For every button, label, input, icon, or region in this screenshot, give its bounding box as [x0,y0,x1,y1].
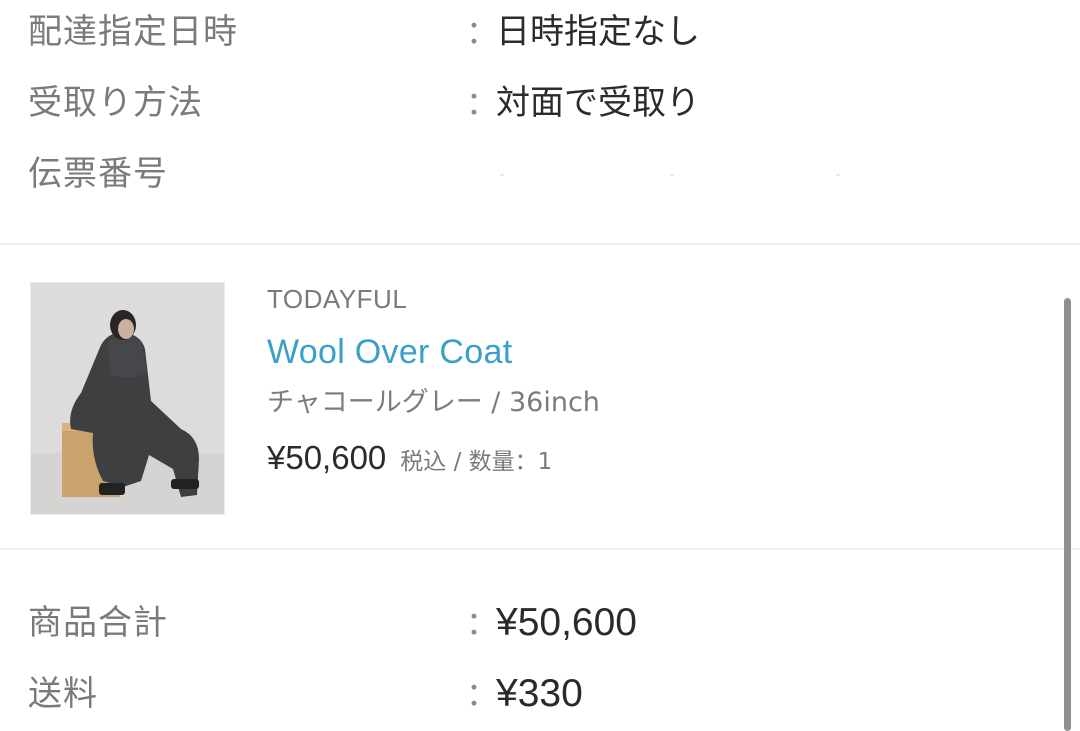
subtotal-row: 商品合計 ： ¥50,600 [0,601,1060,645]
colon-separator: ： [466,675,499,713]
product-price-note: 税込 / 数量：1 [400,449,553,475]
product-brand: TODAYFUL [267,284,408,314]
subtotal-label: 商品合計 [28,603,168,643]
tracking-number-redacted [500,174,840,178]
product-photo-icon [31,283,224,514]
tracking-number-label: 伝票番号 [28,154,168,194]
subtotal-value: ¥50,600 [496,601,637,644]
delivery-datetime-value: 日時指定なし [496,12,700,52]
scrollbar[interactable] [1064,298,1071,731]
receive-method-label: 受取り方法 [28,83,203,123]
product-price-line: ¥50,600 税込 / 数量：1 [267,436,552,480]
shipping-value: ¥330 [496,672,583,715]
receive-method-row: 受取り方法 ： 対面で受取り [0,81,1060,125]
product-price: ¥50,600 [267,439,387,476]
receive-method-value: 対面で受取り [496,83,700,123]
colon-separator: ： [466,84,499,122]
tracking-number-row: 伝票番号 [0,152,1060,196]
colon-separator: ： [466,604,499,642]
order-item: TODAYFUL Wool Over Coat チャコールグレー / 36inc… [0,246,1060,548]
section-divider [0,548,1080,550]
order-detail-page: 配達指定日時 ： 日時指定なし 受取り方法 ： 対面で受取り 伝票番号 TODA… [0,0,1080,731]
delivery-datetime-label: 配達指定日時 [28,12,238,52]
shipping-label: 送料 [28,674,98,714]
section-divider [0,243,1080,245]
product-name-link[interactable]: Wool Over Coat [267,330,512,374]
colon-separator: ： [466,13,499,51]
delivery-datetime-row: 配達指定日時 ： 日時指定なし [0,10,1060,54]
shipping-row: 送料 ： ¥330 [0,672,1060,716]
product-variant: チャコールグレー / 36inch [267,387,600,418]
product-image[interactable] [30,282,225,515]
